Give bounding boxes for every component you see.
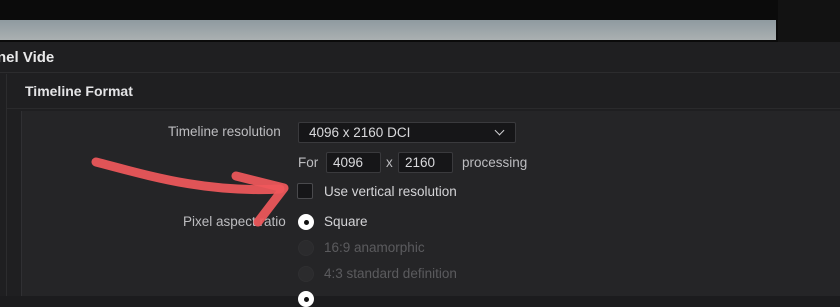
radio-16-9-anamorphic-label: 16:9 anamorphic	[324, 240, 425, 255]
video-preview	[0, 20, 776, 40]
radio-square[interactable]	[298, 214, 314, 230]
width-input[interactable]: 4096	[326, 152, 381, 173]
radio-16-9-anamorphic[interactable]	[298, 240, 314, 256]
radio-4-3-standard-label: 4:3 standard definition	[324, 266, 457, 281]
by-label: x	[386, 155, 393, 170]
timeline-resolution-value: 4096 x 2160 DCI	[309, 125, 411, 140]
title-divider	[0, 72, 840, 73]
radio-4-3-standard[interactable]	[298, 266, 314, 282]
pixel-aspect-label: Pixel aspect ratio	[183, 214, 286, 229]
height-input[interactable]: 2160	[398, 152, 453, 173]
timeline-resolution-dropdown[interactable]: 4096 x 2160 DCI	[298, 122, 516, 143]
vertical-resolution-label: Use vertical resolution	[324, 184, 457, 199]
viewer-side-panel	[778, 0, 840, 42]
window-title: nel Vide	[0, 49, 55, 66]
radio-next-option[interactable]	[298, 291, 314, 307]
chevron-down-icon	[494, 125, 505, 136]
radio-square-label: Square	[324, 214, 368, 229]
section-header: Timeline Format	[7, 74, 840, 109]
for-label: For	[298, 155, 319, 170]
processing-label: processing	[462, 155, 528, 170]
section-title: Timeline Format	[25, 83, 133, 99]
timeline-resolution-label: Timeline resolution	[168, 124, 281, 139]
vertical-resolution-checkbox[interactable]	[297, 183, 313, 199]
